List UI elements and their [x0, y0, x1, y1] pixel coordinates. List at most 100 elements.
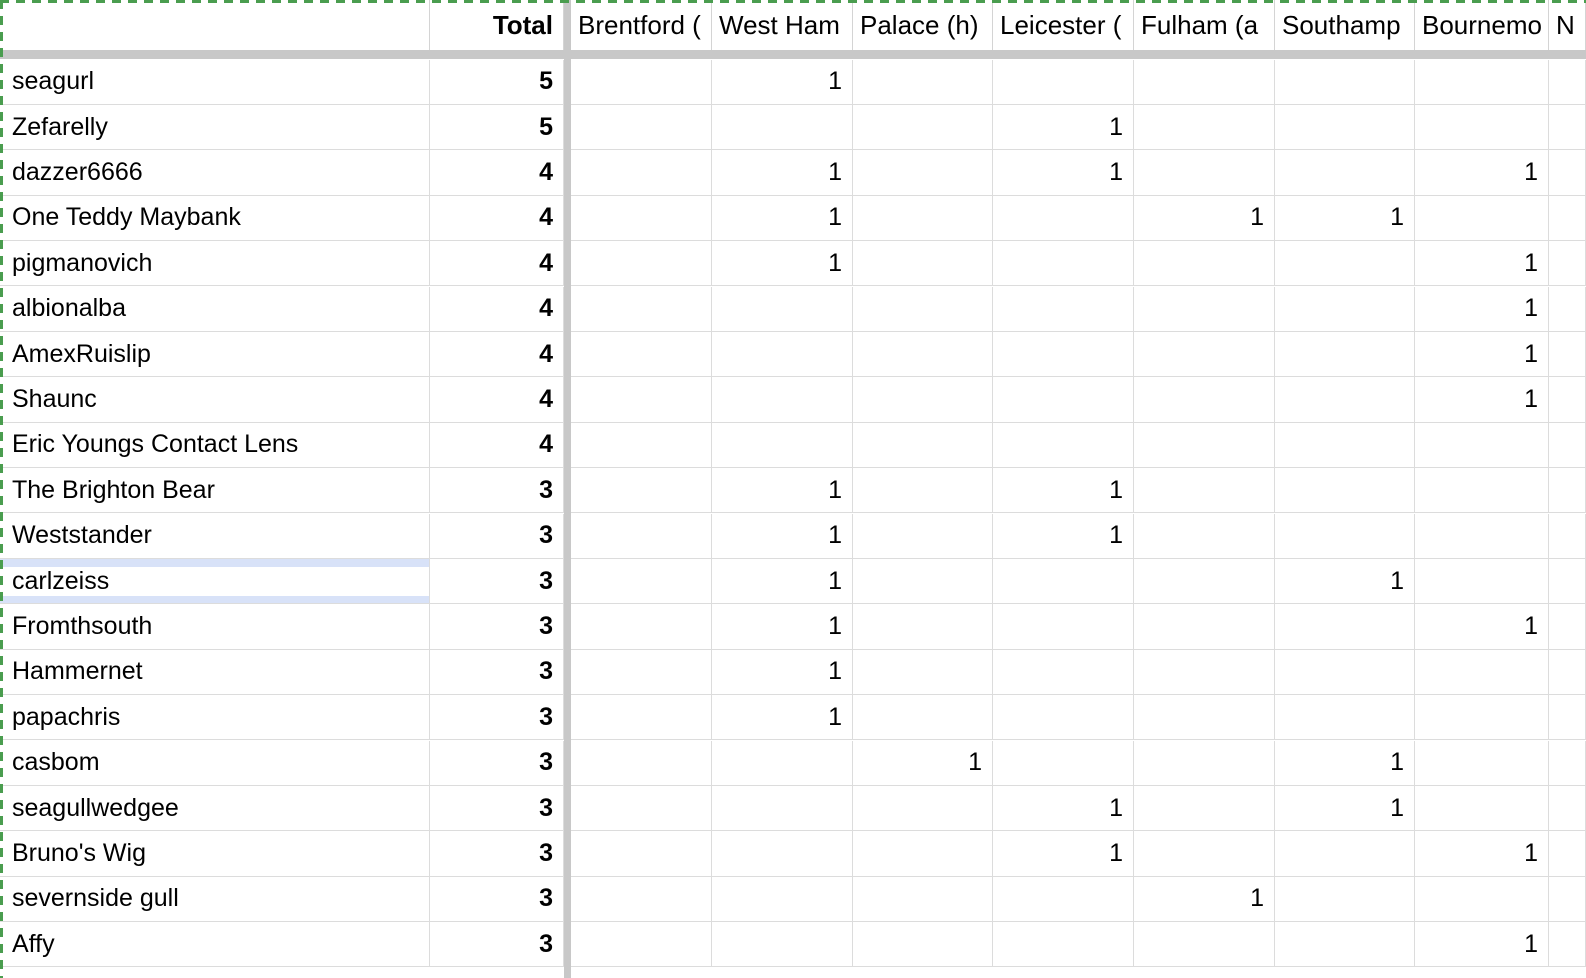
cell-total[interactable]: 4 — [430, 377, 564, 422]
cell-team-6[interactable] — [1275, 241, 1415, 286]
cell-team-3[interactable] — [853, 286, 993, 331]
header-cell-total[interactable]: Total — [430, 0, 564, 50]
cell-team-6[interactable]: 1 — [1275, 740, 1415, 785]
cell-team-7[interactable] — [1415, 740, 1549, 785]
cell-total[interactable]: 3 — [430, 695, 564, 740]
cell-team-3[interactable] — [853, 876, 993, 922]
cell-team-8[interactable] — [1549, 695, 1586, 740]
cell-team-2[interactable] — [712, 377, 853, 422]
cell-team-6[interactable] — [1275, 649, 1415, 695]
cell-team-1[interactable] — [571, 513, 712, 558]
header-cell-team-8[interactable]: N — [1549, 0, 1586, 50]
cell-team-2[interactable]: 1 — [712, 468, 853, 513]
cell-team-5[interactable] — [1134, 377, 1275, 422]
cell-team-2[interactable] — [712, 422, 853, 468]
cell-team-4[interactable]: 1 — [993, 513, 1134, 558]
table-row[interactable]: Zefarelly 5 1 — [0, 104, 1586, 151]
cell-team-7[interactable] — [1415, 104, 1549, 150]
cell-team-8[interactable] — [1549, 422, 1586, 468]
cell-team-8[interactable] — [1549, 104, 1586, 150]
cell-team-6[interactable] — [1275, 513, 1415, 558]
cell-player-name[interactable]: carlzeiss — [0, 558, 430, 604]
cell-team-3[interactable] — [853, 331, 993, 377]
cell-team-8[interactable] — [1549, 649, 1586, 695]
cell-team-5[interactable] — [1134, 468, 1275, 513]
cell-team-8[interactable] — [1549, 922, 1586, 967]
cell-team-7[interactable] — [1415, 422, 1549, 468]
cell-player-name[interactable]: Eric Youngs Contact Lens — [0, 422, 430, 468]
cell-team-1[interactable] — [571, 649, 712, 695]
cell-team-7[interactable] — [1415, 468, 1549, 513]
cell-team-1[interactable] — [571, 59, 712, 104]
header-cell-name[interactable] — [0, 0, 430, 50]
cell-team-1[interactable] — [571, 331, 712, 377]
cell-team-6[interactable] — [1275, 604, 1415, 649]
cell-team-2[interactable] — [712, 922, 853, 967]
cell-team-5[interactable] — [1134, 59, 1275, 104]
cell-team-2[interactable]: 1 — [712, 649, 853, 695]
cell-team-4[interactable]: 1 — [993, 831, 1134, 876]
table-row[interactable]: Weststander 3 1 1 — [0, 513, 1586, 559]
cell-team-8[interactable] — [1549, 831, 1586, 876]
cell-player-name[interactable]: Weststander — [0, 513, 430, 558]
cell-team-5[interactable] — [1134, 922, 1275, 967]
cell-team-5[interactable] — [1134, 831, 1275, 876]
cell-total[interactable]: 3 — [430, 604, 564, 649]
cell-team-6[interactable] — [1275, 468, 1415, 513]
table-row[interactable]: severnside gull 3 1 — [0, 876, 1586, 923]
cell-team-7[interactable]: 1 — [1415, 241, 1549, 286]
cell-player-name[interactable]: AmexRuislip — [0, 331, 430, 377]
cell-team-7[interactable]: 1 — [1415, 331, 1549, 377]
cell-total[interactable]: 3 — [430, 922, 564, 967]
header-cell-team-2[interactable]: West Ham — [712, 0, 853, 50]
cell-team-6[interactable] — [1275, 695, 1415, 740]
cell-player-name[interactable]: Bruno's Wig — [0, 831, 430, 876]
cell-team-3[interactable] — [853, 785, 993, 831]
table-row[interactable]: The Brighton Bear 3 1 1 — [0, 468, 1586, 514]
cell-team-4[interactable] — [993, 59, 1134, 104]
cell-team-4[interactable]: 1 — [993, 785, 1134, 831]
cell-team-7[interactable] — [1415, 695, 1549, 740]
cell-team-3[interactable] — [853, 150, 993, 195]
cell-player-name[interactable]: casbom — [0, 740, 430, 785]
cell-team-4[interactable] — [993, 422, 1134, 468]
cell-player-name[interactable]: severnside gull — [0, 876, 430, 922]
table-row[interactable]: seagullwedgee 3 1 1 — [0, 785, 1586, 832]
cell-player-name[interactable]: pigmanovich — [0, 241, 430, 286]
cell-total[interactable]: 4 — [430, 195, 564, 241]
cell-team-7[interactable] — [1415, 785, 1549, 831]
cell-team-5[interactable] — [1134, 558, 1275, 604]
cell-team-3[interactable] — [853, 468, 993, 513]
cell-total[interactable]: 5 — [430, 104, 564, 150]
cell-team-1[interactable] — [571, 785, 712, 831]
header-cell-team-7[interactable]: Bournemo — [1415, 0, 1549, 50]
cell-team-1[interactable] — [571, 150, 712, 195]
cell-team-4[interactable] — [993, 286, 1134, 331]
cell-team-1[interactable] — [571, 740, 712, 785]
cell-team-6[interactable] — [1275, 422, 1415, 468]
cell-team-3[interactable] — [853, 558, 993, 604]
cell-team-7[interactable] — [1415, 649, 1549, 695]
cell-team-5[interactable] — [1134, 241, 1275, 286]
cell-player-name[interactable]: albionalba — [0, 286, 430, 331]
cell-team-3[interactable]: 1 — [853, 740, 993, 785]
cell-team-2[interactable] — [712, 785, 853, 831]
cell-team-5[interactable] — [1134, 649, 1275, 695]
cell-team-2[interactable]: 1 — [712, 604, 853, 649]
cell-team-8[interactable] — [1549, 59, 1586, 104]
cell-team-3[interactable] — [853, 377, 993, 422]
cell-team-7[interactable] — [1415, 59, 1549, 104]
cell-total[interactable]: 4 — [430, 331, 564, 377]
table-row[interactable]: AmexRuislip 4 1 — [0, 331, 1586, 378]
cell-total[interactable]: 4 — [430, 241, 564, 286]
cell-team-4[interactable]: 1 — [993, 150, 1134, 195]
cell-team-2[interactable]: 1 — [712, 558, 853, 604]
cell-team-8[interactable] — [1549, 513, 1586, 558]
cell-total[interactable]: 3 — [430, 831, 564, 876]
cell-team-7[interactable] — [1415, 558, 1549, 604]
table-row[interactable]: Shaunc 4 1 — [0, 377, 1586, 423]
cell-team-7[interactable] — [1415, 195, 1549, 241]
cell-team-1[interactable] — [571, 195, 712, 241]
cell-player-name[interactable]: papachris — [0, 695, 430, 740]
cell-team-7[interactable]: 1 — [1415, 922, 1549, 967]
